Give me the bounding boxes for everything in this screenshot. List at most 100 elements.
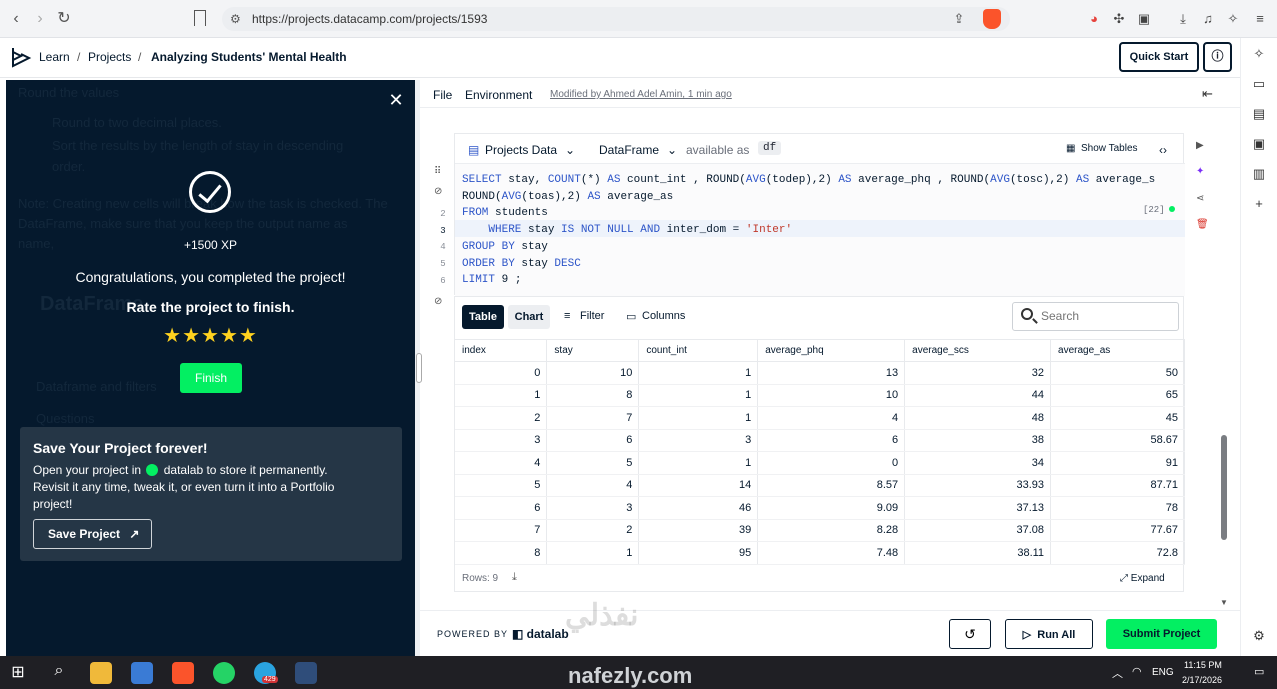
quick-start-button[interactable]: Quick Start (1119, 42, 1199, 72)
wifi-icon[interactable]: ◠ (1132, 665, 1142, 678)
book-icon[interactable]: ▥ (1251, 166, 1267, 182)
site-settings-icon[interactable]: ⚙ (230, 12, 241, 26)
ai-assistant-icon[interactable]: ✧ (1251, 46, 1267, 62)
code-line: FROM students (462, 207, 548, 219)
downloads-icon[interactable]: ⤓ (1174, 10, 1192, 28)
table-cell: 1 (638, 361, 759, 385)
app-icon[interactable] (295, 662, 317, 684)
forward-icon[interactable]: › (30, 9, 50, 29)
whatsapp-icon[interactable] (213, 662, 235, 684)
brave-shield-icon[interactable] (983, 9, 1001, 29)
columns-icon[interactable]: ▭ (626, 310, 636, 323)
expand-button[interactable]: ⤢ Expand (1120, 573, 1165, 584)
telegram-icon[interactable]: 429 (254, 662, 278, 684)
menu-environment[interactable]: Environment (465, 88, 532, 102)
clock-date[interactable]: 2/17/2026 (1182, 675, 1222, 685)
search-box[interactable] (1012, 302, 1179, 331)
download-icon[interactable]: ⤓ (512, 571, 517, 584)
column-header[interactable]: average_phq (757, 339, 906, 362)
datalab-logo: ◧ datalab (512, 627, 569, 641)
bookmark-icon[interactable] (194, 10, 206, 26)
extensions-puzzle-icon[interactable]: ✣ (1110, 10, 1128, 28)
dataframe-name[interactable]: df (758, 141, 782, 155)
comments-icon[interactable]: ▭ (1251, 76, 1267, 92)
run-cell-icon[interactable]: ▶ (1196, 140, 1204, 151)
filter-button[interactable]: Filter (580, 310, 604, 322)
save-project-button[interactable]: Save Project ↗ (33, 519, 152, 549)
modified-status[interactable]: Modified by Ahmed Adel Amin, 1 min ago (550, 89, 732, 100)
chevron-down-icon[interactable]: ⌄ (667, 143, 677, 157)
tab-chart[interactable]: Chart (508, 305, 550, 329)
store-icon[interactable] (131, 662, 153, 684)
resize-handle[interactable] (416, 353, 422, 383)
scrollbar[interactable] (1221, 435, 1227, 540)
address-bar[interactable]: ⚙ https://projects.datacamp.com/projects… (222, 7, 1010, 31)
media-icon[interactable]: ♫ (1199, 10, 1217, 28)
data-source-select[interactable]: Projects Data (485, 143, 557, 157)
ai-sparkle-icon[interactable]: ✦ (1196, 166, 1204, 177)
extension-icon[interactable]: ◕ (1085, 10, 1103, 28)
star-rating[interactable]: ★★★★★ (6, 323, 415, 348)
finish-button[interactable]: Finish (180, 363, 242, 393)
table-cell: 2 (455, 406, 548, 430)
column-header[interactable]: average_scs (904, 339, 1052, 362)
code-line: WHERE stay IS NOT NULL AND inter_dom = '… (488, 224, 793, 236)
column-header[interactable]: count_int (638, 339, 759, 362)
share-cell-icon[interactable]: ⋖ (1196, 193, 1204, 204)
leo-ai-icon[interactable]: ✧ (1224, 10, 1242, 28)
column-header[interactable]: average_as (1050, 339, 1185, 362)
search-icon[interactable]: ⌕ (48, 662, 70, 684)
breadcrumb-learn[interactable]: Learn (39, 50, 70, 64)
column-header[interactable]: stay (546, 339, 640, 362)
reload-icon[interactable]: ↻ (54, 9, 74, 29)
settings-gear-icon[interactable]: ⚙ (1251, 628, 1267, 644)
hide-output-icon[interactable]: ⊘ (434, 186, 442, 197)
table-cell: 39 (638, 519, 759, 542)
code-icon[interactable]: ‹› (1159, 143, 1167, 157)
back-icon[interactable]: ‹ (6, 9, 26, 29)
run-all-button[interactable]: ▷ Run All (1005, 619, 1093, 649)
delete-cell-icon[interactable]: 🗑 (1196, 219, 1209, 230)
url-text[interactable]: https://projects.datacamp.com/projects/1… (252, 12, 487, 26)
save-icon[interactable]: ▤ (1251, 106, 1267, 122)
search-input[interactable] (1041, 309, 1171, 323)
column-header[interactable]: index (455, 339, 548, 362)
menu-file[interactable]: File (433, 88, 452, 102)
filter-icon[interactable]: ≡ (564, 310, 570, 322)
breadcrumb-projects[interactable]: Projects (88, 50, 131, 64)
notifications-icon[interactable]: ▭ (1254, 665, 1264, 678)
language-indicator[interactable]: ENG (1152, 667, 1174, 678)
share-icon[interactable]: ⇪ (950, 10, 968, 28)
submit-project-button[interactable]: Submit Project (1106, 619, 1217, 649)
save-project-label: Save Project (48, 527, 121, 541)
menu-icon[interactable]: ≡ (1251, 10, 1269, 28)
brave-browser-icon[interactable] (172, 662, 194, 684)
datalab-brand: datalab (526, 627, 569, 641)
table-cell: 8 (546, 384, 640, 407)
drag-handle-icon[interactable]: ⠿ (434, 166, 441, 177)
output-type-select[interactable]: DataFrame (599, 143, 659, 157)
table-row: 0 10 1 13 32 50 (455, 361, 1185, 385)
show-tables-button[interactable]: Show Tables (1081, 143, 1138, 154)
windows-start-icon[interactable]: ⊞ (7, 662, 29, 684)
clock-time[interactable]: 11:15 PM (1184, 660, 1222, 670)
info-icon[interactable]: ⓘ (1203, 42, 1232, 72)
checkmark-icon (189, 171, 231, 213)
file-explorer-icon[interactable] (90, 662, 112, 684)
tray-chevron-icon[interactable]: ︿ (1112, 665, 1123, 681)
datacamp-logo-icon[interactable] (10, 45, 32, 69)
collapse-sidebar-icon[interactable]: ⇤ (1202, 86, 1213, 102)
table-cell: 6 (455, 496, 548, 520)
tab-table[interactable]: Table (462, 305, 504, 329)
sql-cell[interactable]: ▤ Projects Data ⌄ DataFrame ⌄ available … (454, 133, 1185, 296)
add-icon[interactable]: + (1251, 196, 1267, 212)
columns-button[interactable]: Columns (642, 310, 685, 322)
scroll-down-icon[interactable]: ▼ (1220, 598, 1228, 607)
database-icon[interactable]: ▣ (1251, 136, 1267, 152)
chevron-down-icon[interactable]: ⌄ (565, 143, 575, 157)
code-editor[interactable]: SELECT stay, COUNT(*) AS count_int , ROU… (455, 164, 1185, 296)
hide-output-icon[interactable]: ⊘ (434, 296, 442, 307)
reading-list-icon[interactable]: ▣ (1135, 10, 1153, 28)
close-icon[interactable]: ✕ (388, 91, 404, 109)
undo-icon[interactable]: ↺ (949, 619, 991, 649)
